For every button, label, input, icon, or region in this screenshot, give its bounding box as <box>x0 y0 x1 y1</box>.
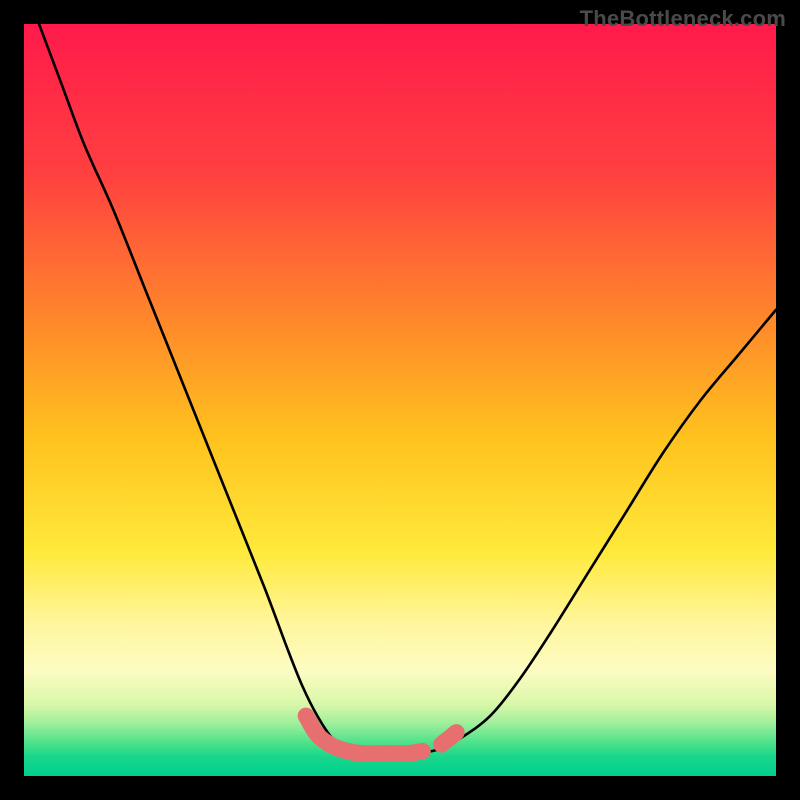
gradient-background <box>24 24 776 776</box>
outer-black-frame: TheBottleneck.com <box>0 0 800 800</box>
flat-bottom-right-dot <box>441 732 456 744</box>
chart-svg <box>24 24 776 776</box>
plot-area <box>24 24 776 776</box>
watermark-text: TheBottleneck.com <box>580 6 786 32</box>
